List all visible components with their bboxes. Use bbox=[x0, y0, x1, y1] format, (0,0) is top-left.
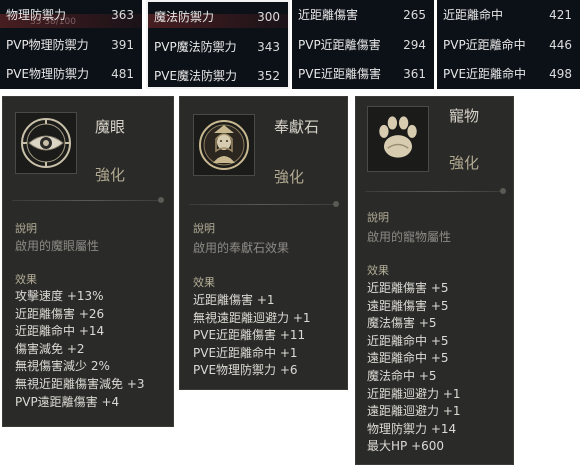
effect-item: 無視遠距離迴避力 +1 bbox=[193, 310, 311, 325]
description-text: 啟用的魔眼屬性 bbox=[15, 239, 100, 253]
effect-item: 魔法傷害 +5 bbox=[367, 316, 437, 331]
effect-item: 傷害減免 +2 bbox=[15, 341, 85, 356]
effects-list: 近距離傷害 +5 遠距離傷害 +5 魔法傷害 +5 近距離命中 +5 遠距離命中… bbox=[367, 280, 461, 456]
stat-value: 363 bbox=[111, 8, 134, 22]
effect-item: 物理防禦力 +14 bbox=[367, 421, 457, 436]
stat-row: PVE近距離傷害 361 bbox=[292, 63, 434, 85]
stat-name: PVP魔法防禦力 bbox=[154, 40, 237, 54]
paw-icon bbox=[379, 116, 417, 158]
tooltip-card-magic-eye: 魔眼 強化 說明 啟用的魔眼屬性 效果 攻擊速度 +13% 近距離傷害 +26 … bbox=[2, 96, 174, 427]
stat-value: 300 bbox=[257, 10, 280, 24]
description-title: 說明 bbox=[15, 222, 37, 235]
effects-title: 效果 bbox=[367, 264, 389, 277]
effect-item: PVP遠距離傷害 +4 bbox=[15, 394, 120, 409]
stat-value: 481 bbox=[111, 67, 134, 81]
effects-list: 近距離傷害 +1 無視遠距離迴避力 +1 PVE近距離傷害 +11 PVE近距離… bbox=[193, 292, 311, 380]
item-type: 強化 bbox=[95, 166, 126, 184]
stat-name: PVP物理防禦力 bbox=[6, 38, 89, 52]
stat-row: PVE魔法防禦力 352 bbox=[148, 65, 288, 87]
divider bbox=[12, 200, 164, 201]
effect-item: 遠距離命中 +5 bbox=[367, 351, 449, 366]
effect-item: 近距離傷害 +1 bbox=[193, 293, 275, 307]
stat-name: 近距離傷害 bbox=[298, 8, 359, 22]
effect-item: 近距離迴避力 +1 bbox=[367, 386, 461, 401]
effect-item: 最大HP +600 bbox=[367, 439, 445, 454]
effect-item: 遠距離傷害 +5 bbox=[367, 298, 449, 313]
stat-value: 421 bbox=[549, 8, 572, 22]
effect-item: 無視近距離傷害減免 +3 bbox=[15, 376, 145, 391]
hp-overlay-text: 35 38/100 bbox=[30, 17, 76, 27]
tooltip-card-pet: 寵物 強化 說明 啟用的寵物屬性 效果 近距離傷害 +5 遠距離傷害 +5 魔法… bbox=[355, 96, 514, 465]
stat-row: PVP物理防禦力 391 bbox=[0, 34, 142, 56]
stat-value: 498 bbox=[549, 67, 572, 81]
description-title: 說明 bbox=[193, 222, 215, 235]
stat-value: 352 bbox=[257, 69, 280, 83]
effect-item: 魔法命中 +5 bbox=[367, 368, 437, 383]
divider-dot bbox=[158, 197, 164, 203]
item-name: 寵物 bbox=[449, 107, 480, 125]
effects-title: 效果 bbox=[15, 273, 37, 286]
stat-row: PVP近距離命中 446 bbox=[437, 34, 580, 56]
effect-item: PVE近距離命中 +1 bbox=[193, 345, 298, 360]
stat-row: 近距離傷害 265 bbox=[292, 4, 434, 26]
effect-item: 近距離傷害 +26 bbox=[15, 306, 105, 321]
divider-dot bbox=[333, 201, 339, 207]
effect-item: 近距離傷害 +5 bbox=[367, 281, 449, 295]
stat-box-melee-hit: 近距離命中 421 PVP近距離命中 446 PVE近距離命中 498 bbox=[437, 0, 580, 89]
stat-row: PVP魔法防禦力 343 bbox=[148, 36, 288, 58]
stat-value: 446 bbox=[549, 38, 572, 52]
stat-row: 近距離命中 421 bbox=[437, 4, 580, 26]
item-icon-frame bbox=[193, 114, 255, 176]
item-icon-frame bbox=[367, 106, 429, 172]
effect-item: 近距離命中 +14 bbox=[15, 324, 105, 339]
item-type: 強化 bbox=[449, 154, 480, 172]
stat-name: PVE近距離命中 bbox=[443, 67, 527, 81]
stat-name: 魔法防禦力 bbox=[154, 10, 215, 24]
stat-value: 265 bbox=[403, 8, 426, 22]
stat-value: 391 bbox=[111, 38, 134, 52]
stat-value: 343 bbox=[257, 40, 280, 54]
description-text: 啟用的寵物屬性 bbox=[367, 230, 452, 244]
item-name: 魔眼 bbox=[95, 118, 126, 136]
stat-name: PVP近距離傷害 bbox=[298, 38, 381, 52]
stat-name: 近距離命中 bbox=[443, 8, 504, 22]
item-type: 強化 bbox=[274, 168, 305, 186]
stat-box-defense: 物理防禦力 363 35 38/100 PVP物理防禦力 391 PVE物理防禦… bbox=[0, 0, 142, 89]
stat-name: PVE近距離傷害 bbox=[298, 67, 382, 81]
description-text: 啟用的奉獻石效果 bbox=[193, 241, 290, 255]
stat-row: PVE物理防禦力 481 bbox=[0, 63, 142, 85]
stat-row: 魔法防禦力 300 bbox=[148, 6, 288, 28]
item-icon-frame bbox=[15, 112, 77, 174]
effect-item: 無視傷害減少 2% bbox=[15, 359, 110, 374]
description-title: 說明 bbox=[367, 211, 389, 224]
effect-item: PVE物理防禦力 +6 bbox=[193, 363, 298, 378]
effect-item: 遠距離迴避力 +1 bbox=[367, 404, 461, 419]
stat-name: PVE物理防禦力 bbox=[6, 67, 90, 81]
stat-value: 361 bbox=[403, 67, 426, 81]
divider bbox=[365, 191, 504, 192]
effect-item: PVE近距離傷害 +11 bbox=[193, 328, 306, 343]
effect-item: 近距離命中 +5 bbox=[367, 333, 449, 348]
stat-value: 294 bbox=[403, 38, 426, 52]
stat-box-melee-damage: 近距離傷害 265 PVP近距離傷害 294 PVE近距離傷害 361 bbox=[292, 0, 434, 89]
effects-title: 效果 bbox=[193, 276, 215, 289]
divider bbox=[189, 204, 338, 205]
stat-name: PVP近距離命中 bbox=[443, 38, 526, 52]
stat-row: PVP近距離傷害 294 bbox=[292, 34, 434, 56]
item-name: 奉獻石 bbox=[274, 118, 320, 136]
tooltip-card-offering-stone: 奉獻石 強化 說明 啟用的奉獻石效果 效果 近距離傷害 +1 無視遠距離迴避力 … bbox=[179, 96, 348, 390]
eye-icon bbox=[21, 118, 71, 168]
divider-dot bbox=[500, 188, 506, 194]
stat-name: PVE魔法防禦力 bbox=[154, 69, 238, 83]
goddess-icon bbox=[199, 120, 249, 170]
effect-item: 攻擊速度 +13% bbox=[15, 289, 104, 303]
effects-list: 攻擊速度 +13% 近距離傷害 +26 近距離命中 +14 傷害減免 +2 無視… bbox=[15, 288, 145, 411]
stat-row: PVE近距離命中 498 bbox=[437, 63, 580, 85]
stat-box-magic-defense: 魔法防禦力 300 PVP魔法防禦力 343 PVE魔法防禦力 352 bbox=[146, 0, 290, 89]
